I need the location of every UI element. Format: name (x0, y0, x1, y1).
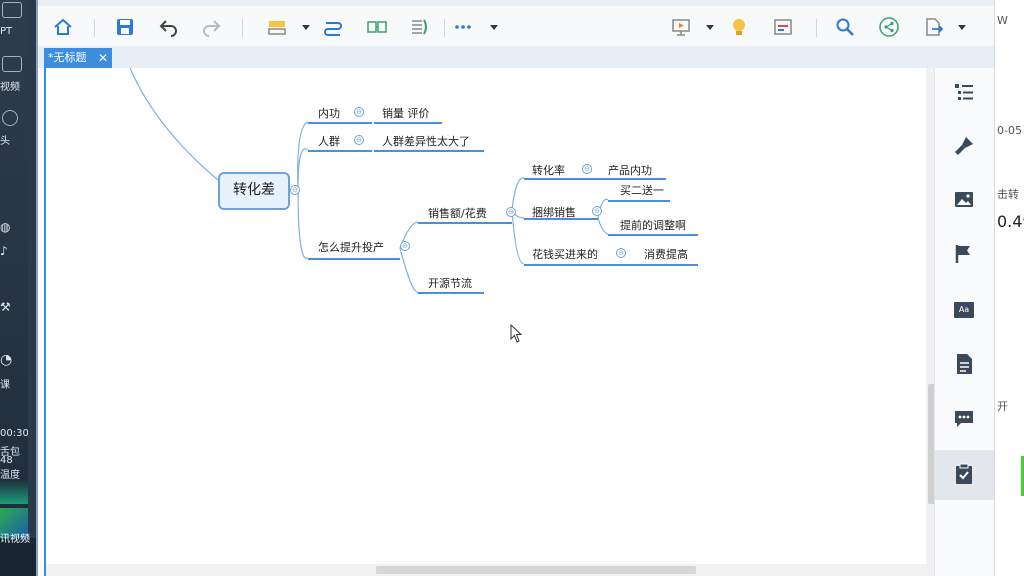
insert-topic-icon[interactable] (266, 16, 288, 38)
more-icon[interactable] (452, 16, 474, 38)
desktop-label: 0.49 (997, 212, 1024, 231)
relationship-icon[interactable] (322, 16, 344, 38)
topic-neigong[interactable]: 内功 (318, 105, 340, 121)
boundary-icon[interactable] (408, 16, 430, 38)
right-side-panel: Aa (934, 68, 995, 576)
save-icon[interactable] (114, 16, 136, 38)
topic-huaqian[interactable]: 花钱买进来的 (532, 246, 598, 262)
root-topic[interactable]: 转化差 (218, 172, 290, 210)
mouse-cursor-icon (510, 324, 523, 343)
close-icon[interactable]: ✕ (98, 48, 108, 68)
export-dropdown[interactable] (958, 25, 966, 30)
topic-xiaofei[interactable]: 消费提高 (644, 246, 688, 262)
desktop-label: 击转 (997, 188, 1019, 201)
mindmap-canvas[interactable]: 转化差 ⊖ 内功 ⊖ 销量 评价 人群 ⊖ 人群差异性太大了 怎么提升投产 ⊖ … (44, 68, 936, 576)
collapse-toggle[interactable]: ⊖ (616, 248, 626, 258)
desktop-label: 头 (0, 136, 10, 147)
desktop-wifi-icon: ◍ (0, 220, 11, 234)
desktop-signal-icon: ♪ (0, 244, 8, 258)
toolbar (38, 6, 996, 47)
topic-kaiyuan[interactable]: 开源节流 (428, 275, 472, 291)
export-icon[interactable] (922, 16, 944, 38)
desktop-label: W (997, 14, 1008, 27)
home-icon[interactable] (52, 16, 74, 38)
desktop-app-icon[interactable] (2, 56, 22, 72)
collapse-toggle[interactable]: ⊖ (354, 107, 364, 117)
task-icon[interactable] (952, 462, 976, 486)
notes-icon[interactable] (952, 352, 976, 376)
svg-text:Aa: Aa (959, 305, 969, 314)
share-icon[interactable] (878, 16, 900, 38)
collapse-toggle[interactable]: ⊖ (506, 207, 516, 217)
collapse-toggle[interactable]: ⊖ (592, 206, 602, 216)
presentation-dropdown[interactable] (706, 25, 714, 30)
topic-xiaoliang[interactable]: 销量 评价 (382, 105, 430, 121)
desktop-label: 0-05 (997, 124, 1022, 137)
desktop-label: 温度 (0, 470, 20, 481)
topic-chanpin[interactable]: 产品内功 (608, 162, 652, 178)
topic-xiaoshou[interactable]: 销售额/花费 (428, 205, 487, 221)
mindmap-app-window: *无标题 ✕ 转化差 ⊖ 内功 ⊖ 销量 评价 人群 ⊖ 人群差异性太大了 怎么… (36, 0, 996, 576)
comment-icon[interactable] (952, 406, 976, 430)
desktop-taskbar-corner: 讯视频 (0, 534, 40, 576)
idea-icon[interactable] (728, 16, 750, 38)
desktop-tool-icon: ⚒ (0, 300, 11, 314)
horizontal-scrollbar[interactable] (46, 564, 926, 576)
topic-zhuanhua[interactable]: 转化率 (532, 162, 565, 178)
collapse-toggle[interactable]: ⊖ (400, 241, 410, 251)
desktop-label: 开 (997, 400, 1008, 413)
search-icon[interactable] (834, 16, 856, 38)
desktop-label: 讯视频 (0, 534, 30, 545)
desktop-label: 课 (0, 380, 10, 391)
desktop-app-icon[interactable] (2, 2, 22, 18)
desktop-clock: 00:30 (0, 428, 28, 439)
presentation-icon[interactable] (670, 16, 692, 38)
horizontal-scroll-thumb[interactable] (376, 566, 696, 574)
desktop-left-strip: PT 视频 头 ◍ ♪ ⚒ ◔ 课 00:30 舌包 48 温度 (0, 0, 28, 576)
topic-renqun[interactable]: 人群 (318, 133, 340, 149)
collapse-toggle[interactable]: ⊖ (354, 135, 364, 145)
topic-maier[interactable]: 买二送一 (620, 182, 664, 198)
redo-icon[interactable] (200, 16, 222, 38)
desktop-camera-icon[interactable] (2, 110, 18, 126)
topic-tisheng[interactable]: 怎么提升投产 (318, 239, 384, 255)
more-dropdown[interactable] (490, 25, 498, 30)
text-format-icon[interactable]: Aa (952, 298, 976, 322)
image-icon[interactable] (952, 188, 976, 212)
tab-untitled[interactable]: *无标题 ✕ (44, 48, 112, 68)
layout-icon[interactable] (772, 16, 794, 38)
connector-lines (129, 68, 609, 293)
topic-renqun-diff[interactable]: 人群差异性太大了 (382, 133, 470, 149)
desktop-label: PT (0, 26, 13, 37)
outline-icon[interactable] (952, 80, 976, 104)
summary-icon[interactable] (366, 16, 388, 38)
tab-bar: *无标题 ✕ (38, 46, 996, 68)
desktop-label: 视频 (0, 82, 20, 93)
insert-topic-dropdown[interactable] (302, 25, 310, 30)
desktop-app-icon: ◔ (0, 352, 13, 368)
desktop-right-strip: W 0-05 击转 0.49 开 (994, 0, 1024, 576)
collapse-toggle[interactable]: ⊖ (582, 164, 592, 174)
style-brush-icon[interactable] (952, 134, 976, 158)
undo-icon[interactable] (158, 16, 180, 38)
collapse-toggle[interactable]: ⊖ (290, 185, 300, 195)
desktop-graph (0, 480, 28, 504)
marker-flag-icon[interactable] (952, 242, 976, 266)
topic-tiqian[interactable]: 提前的调整啊 (620, 217, 686, 233)
desktop-label: 48 (0, 455, 13, 466)
tab-title: *无标题 (48, 51, 87, 64)
